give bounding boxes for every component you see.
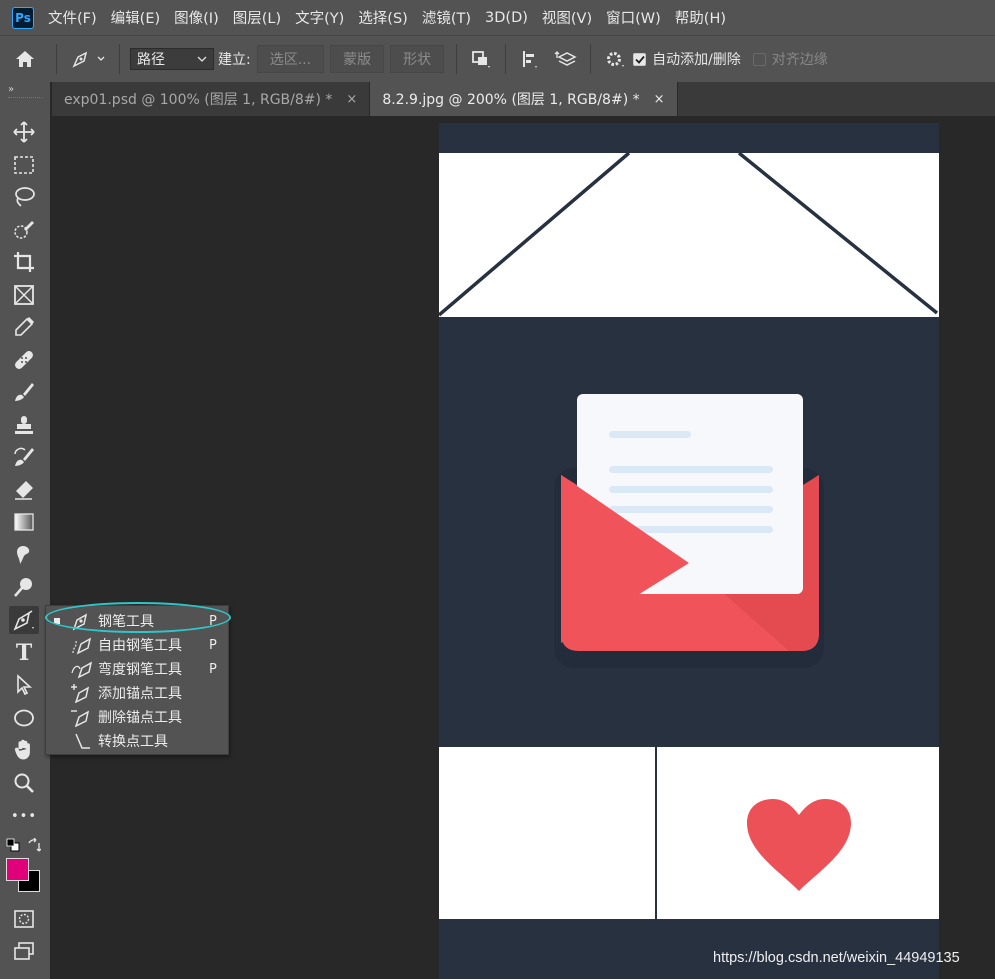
flyout-item-curvature-pen[interactable]: 弯度钢笔工具 P [46,657,228,681]
path-alignment-icon[interactable] [512,41,548,77]
flyout-item-label: 转换点工具 [98,734,168,750]
mode-select[interactable]: 路径 [130,48,214,70]
hand-icon[interactable] [9,736,39,764]
path-operations-icon[interactable] [463,41,499,77]
pen-icon[interactable] [9,606,39,634]
make-shape-button[interactable]: 形状 [390,45,445,73]
align-edges-checkbox[interactable] [752,52,766,66]
eraser-icon[interactable] [9,476,39,504]
path-select-icon[interactable] [9,671,39,699]
menu-layer[interactable]: 图层(L) [233,7,281,28]
auto-add-delete-label[interactable]: 自动添加/删除 [652,49,741,69]
gear-icon[interactable] [597,41,633,77]
delete-anchor-icon [70,706,94,728]
convert-point-icon [70,730,94,752]
make-selection-button[interactable]: 选区... [256,45,325,73]
separator [456,44,458,74]
mode-select-value: 路径 [137,52,165,68]
foreground-color-swatch[interactable] [6,858,29,881]
document-tabs: exp01.psd @ 100% (图层 1, RGB/8#) * × 8.2.… [52,82,995,116]
menu-bar: Ps 文件(F) 编辑(E) 图像(I) 图层(L) 文字(Y) 选择(S) 滤… [0,0,995,35]
swap-colors-icon[interactable] [27,837,42,856]
separator [56,44,57,74]
make-mask-button[interactable]: 蒙版 [330,45,385,73]
menu-image[interactable]: 图像(I) [174,7,219,28]
flyout-item-convert-point[interactable]: 转换点工具 [46,729,228,753]
ellipse-icon[interactable] [9,704,39,732]
crop-icon[interactable] [9,248,39,276]
close-icon[interactable]: × [654,92,665,107]
history-brush-icon[interactable] [9,443,39,471]
more-icon[interactable]: ••• [9,802,39,830]
menu-3d[interactable]: 3D(D) [485,10,528,26]
tab-label: exp01.psd @ 100% (图层 1, RGB/8#) * [64,92,333,108]
path-arrangement-icon[interactable] [548,41,584,77]
flyout-item-label: 自由钢笔工具 [98,638,182,654]
chevron-down-icon [197,56,207,62]
flyout-item-freeform-pen[interactable]: 自由钢笔工具 P [46,633,228,657]
pen-tool-preset-icon[interactable] [63,41,113,77]
lasso-icon[interactable] [9,183,39,211]
dodge-icon[interactable] [9,573,39,601]
make-label: 建立: [218,52,251,68]
tab-8-2-9[interactable]: 8.2.9.jpg @ 200% (图层 1, RGB/8#) * × [370,82,678,116]
eyedropper-icon[interactable] [9,313,39,341]
type-icon[interactable]: T [9,639,39,667]
move-icon[interactable] [9,118,39,146]
canvas-image [439,151,939,919]
healing-icon[interactable] [9,346,39,374]
menu-help[interactable]: 帮助(H) [675,7,726,28]
add-anchor-icon [70,682,94,704]
menu-file[interactable]: 文件(F) [48,7,97,28]
collapse-panel-icon[interactable]: » [8,84,14,95]
frame-icon[interactable] [9,281,39,309]
tab-exp01[interactable]: exp01.psd @ 100% (图层 1, RGB/8#) * × [52,82,371,116]
marquee-icon[interactable] [9,151,39,179]
tab-label: 8.2.9.jpg @ 200% (图层 1, RGB/8#) * [382,92,640,108]
document-canvas[interactable] [439,123,939,979]
separator [505,44,507,74]
flyout-item-label: 添加锚点工具 [98,686,182,702]
tools-panel: » T ••• [0,82,50,979]
smudge-icon[interactable] [9,541,39,569]
stamp-icon[interactable] [9,411,39,439]
default-colors-icon[interactable] [6,838,20,856]
menu-filter[interactable]: 滤镜(T) [422,7,471,28]
align-edges-label[interactable]: 对齐边缘 [772,49,828,69]
flyout-item-label: 弯度钢笔工具 [98,662,182,678]
checkmark-icon [634,55,645,64]
photoshop-logo-icon: Ps [12,6,34,29]
brush-icon[interactable] [9,378,39,406]
envelope-graphic [554,394,824,668]
freeform-pen-icon [70,634,94,656]
menu-type[interactable]: 文字(Y) [295,7,344,28]
separator [119,44,120,74]
flyout-item-label: 删除锚点工具 [98,710,182,726]
options-bar: 路径 建立: 选区... 蒙版 形状 自动添加/删除 对齐边缘 [0,35,995,82]
flyout-item-delete-anchor[interactable]: 删除锚点工具 [46,705,228,729]
panel-grip[interactable] [8,97,42,100]
quick-select-icon[interactable] [9,216,39,244]
auto-add-delete-checkbox[interactable] [633,52,647,66]
watermark-text: https://blog.csdn.net/weixin_44949135 [713,950,960,966]
shortcut-key: P [209,661,217,677]
menu-window[interactable]: 窗口(W) [606,7,661,28]
close-icon[interactable]: × [346,92,357,107]
gradient-icon[interactable] [9,508,39,536]
curvature-pen-icon [70,658,94,680]
menu-view[interactable]: 视图(V) [542,7,592,28]
zoom-icon[interactable] [9,769,39,797]
separator [590,44,592,74]
menu-select[interactable]: 选择(S) [358,7,408,28]
highlight-annotation [45,602,231,633]
home-icon[interactable] [0,41,50,77]
quick-mask-icon[interactable] [9,905,39,933]
screen-mode-icon[interactable] [9,937,39,965]
menu-edit[interactable]: 编辑(E) [111,7,160,28]
flyout-item-add-anchor[interactable]: 添加锚点工具 [46,681,228,705]
shortcut-key: P [209,637,217,653]
